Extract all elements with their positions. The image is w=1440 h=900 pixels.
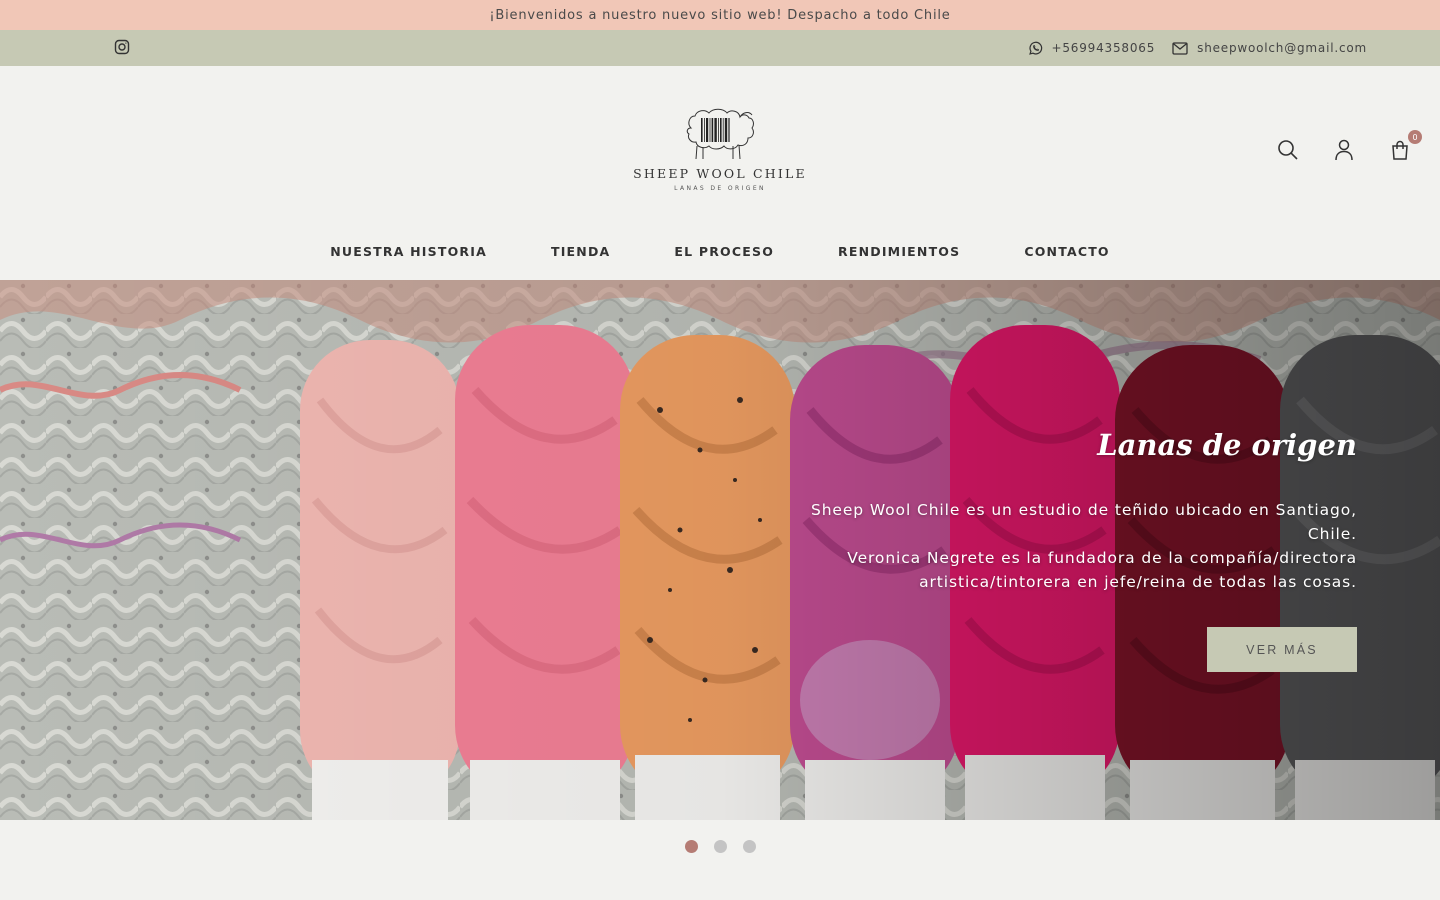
email-address: sheepwoolch@gmail.com <box>1197 41 1367 55</box>
nav-item-contacto[interactable]: CONTACTO <box>1024 244 1109 259</box>
phone-link[interactable]: +56994358065 <box>1028 41 1156 56</box>
hero-content: Lanas de origen Sheep Wool Chile es un e… <box>777 428 1357 594</box>
hero-description-line-1: Sheep Wool Chile es un estudio de teñido… <box>810 501 1357 543</box>
phone-number: +56994358065 <box>1051 41 1156 55</box>
hero-slider: Lanas de origen Sheep Wool Chile es un e… <box>0 280 1440 820</box>
shopping-bag-icon[interactable]: 0 <box>1388 130 1422 162</box>
nav-item-el-proceso[interactable]: EL PROCESO <box>674 244 774 259</box>
sheep-barcode-icon <box>686 108 754 160</box>
brand-name: SHEEP WOOL CHILE <box>633 166 807 181</box>
slide-dot-1[interactable] <box>684 840 698 853</box>
cart-count-badge: 0 <box>1408 130 1422 144</box>
announcement-bar: ¡Bienvenidos a nuestro nuevo sitio web! … <box>0 0 1440 30</box>
nav-item-rendimientos[interactable]: RENDIMIENTOS <box>838 244 960 259</box>
site-header: SHEEP WOOL CHILE LANAS DE ORIGEN 0 NUEST… <box>0 66 1440 280</box>
instagram-icon[interactable] <box>114 39 130 55</box>
contact-info: +56994358065 sheepwoolch@gmail.com <box>1028 30 1368 66</box>
hero-description-line-2: Veronica Negrete es la fundadora de la c… <box>847 549 1357 591</box>
top-bar: +56994358065 sheepwoolch@gmail.com <box>0 30 1440 66</box>
search-icon[interactable] <box>1276 138 1300 162</box>
ver-mas-button[interactable]: VER MÁS <box>1207 627 1357 672</box>
brand-logo[interactable]: SHEEP WOOL CHILE LANAS DE ORIGEN <box>620 106 820 202</box>
whatsapp-icon <box>1028 41 1042 55</box>
brand-tagline: LANAS DE ORIGEN <box>674 185 766 192</box>
nav-item-nuestra-historia[interactable]: NUESTRA HISTORIA <box>330 244 487 259</box>
email-link[interactable]: sheepwoolch@gmail.com <box>1172 41 1367 55</box>
hero-description: Sheep Wool Chile es un estudio de teñido… <box>777 498 1357 594</box>
announcement-text: ¡Bienvenidos a nuestro nuevo sitio web! … <box>489 7 951 23</box>
main-navigation: NUESTRA HISTORIA TIENDA EL PROCESO RENDI… <box>0 244 1440 259</box>
nav-item-tienda[interactable]: TIENDA <box>551 244 610 259</box>
slider-pagination <box>0 840 1440 853</box>
hero-title: Lanas de origen <box>1097 428 1357 462</box>
slide-dot-3[interactable] <box>742 840 756 853</box>
header-actions: 0 <box>1244 130 1422 162</box>
slide-dot-2[interactable] <box>713 840 727 853</box>
user-icon[interactable] <box>1332 138 1356 162</box>
envelope-icon <box>1172 41 1188 55</box>
